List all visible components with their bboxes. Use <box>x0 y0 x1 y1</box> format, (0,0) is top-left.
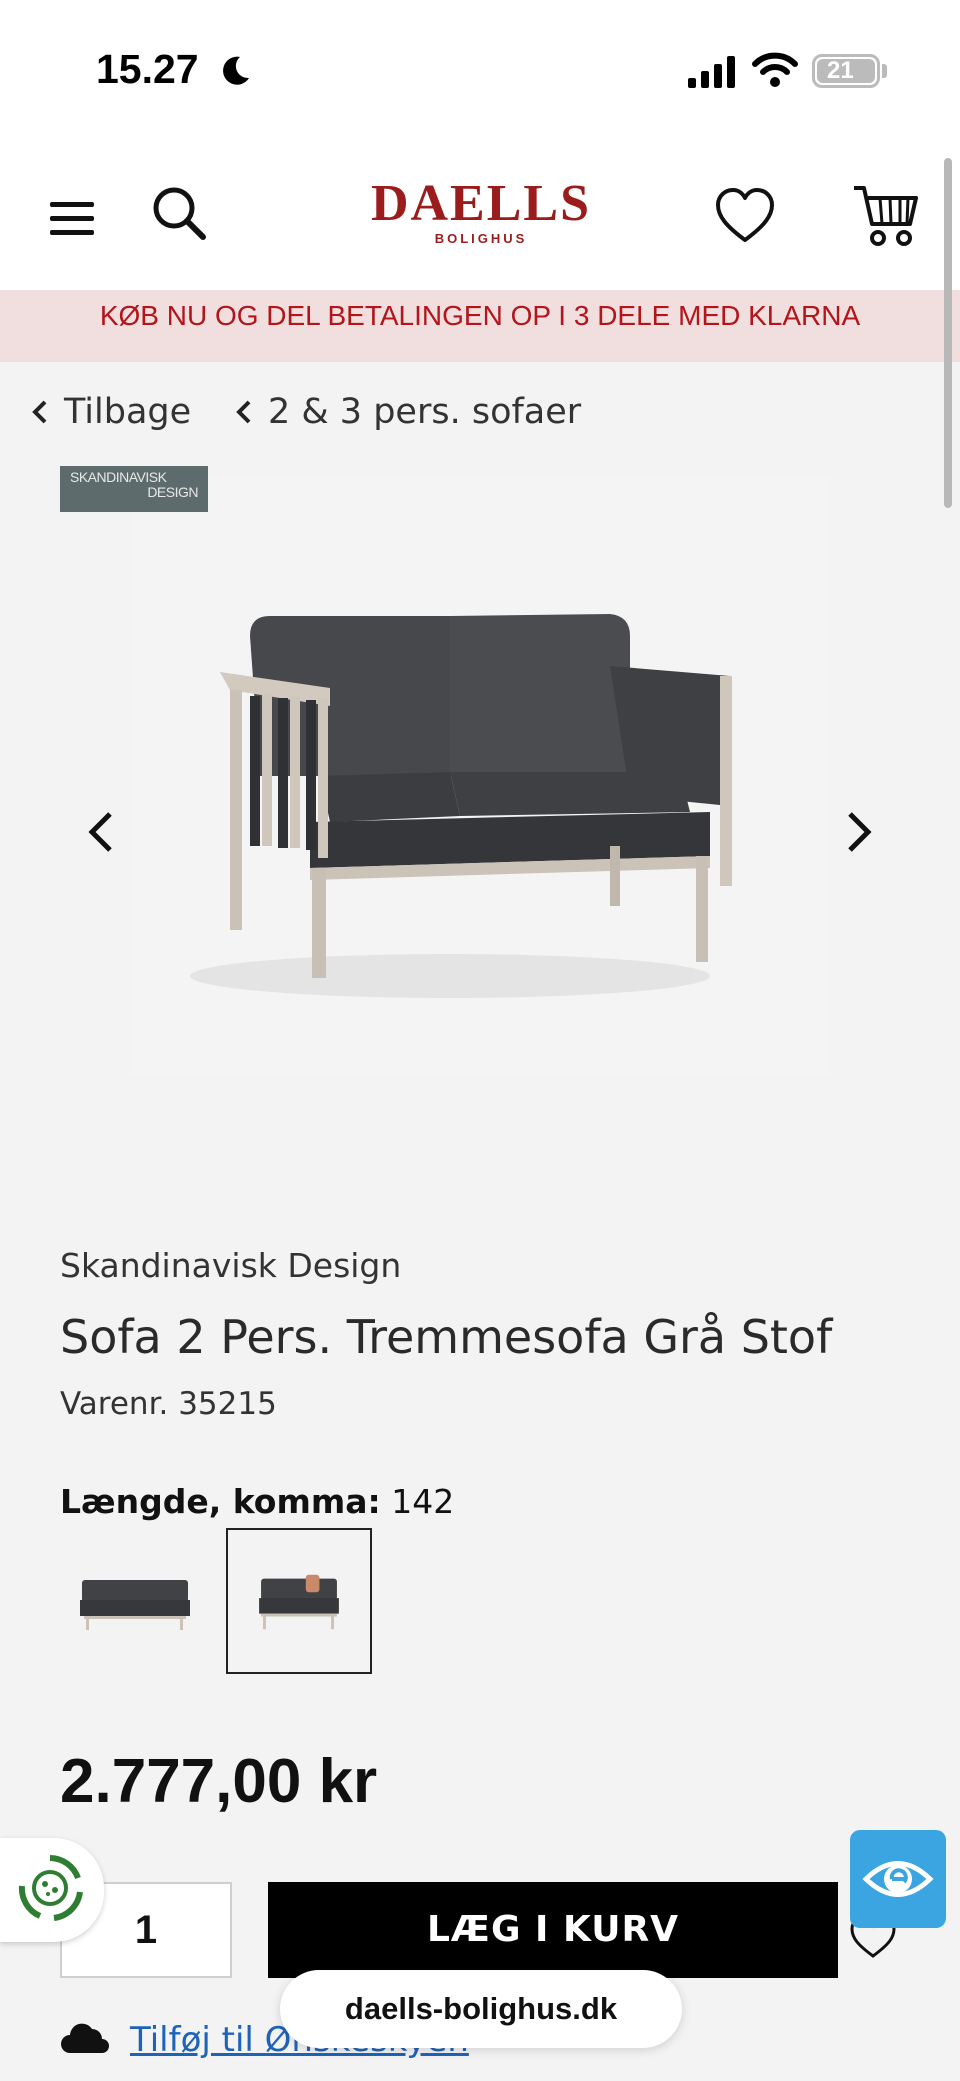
cloud-icon <box>61 2023 109 2053</box>
variant-value: 142 <box>391 1482 455 1521</box>
product-image[interactable] <box>90 476 870 1076</box>
search-icon[interactable] <box>150 184 208 242</box>
battery-icon: 21 <box>812 54 880 88</box>
chevron-left-icon <box>236 400 251 424</box>
klarna-banner-text: KØB NU OG DEL BETALINGEN OP I 3 DELE MED… <box>99 300 861 331</box>
product-sku: Varenr. 35215 <box>60 1386 277 1422</box>
wifi-icon <box>752 52 798 87</box>
sku-value: 35215 <box>178 1386 277 1422</box>
klarna-banner[interactable]: KØB NU OG DEL BETALINGEN OP I 3 DELE MED… <box>0 290 960 362</box>
logo-text: DAELLS <box>370 175 592 232</box>
variant-swatch-3-seat[interactable] <box>62 1528 208 1674</box>
shopping-cart-icon[interactable] <box>850 180 920 250</box>
accessibility-eye-icon <box>862 1861 934 1897</box>
variant-label: Længde, komma: <box>60 1482 381 1521</box>
add-to-cart-button[interactable]: LÆG I KURV <box>268 1882 838 1978</box>
sku-label: Varenr. <box>60 1386 169 1422</box>
logo-subtext: BOLIGHUS <box>434 231 528 246</box>
site-logo[interactable]: DAELLS BOLIGHUS <box>346 178 616 254</box>
heart-icon[interactable] <box>714 186 776 246</box>
moon-icon <box>223 56 249 85</box>
hamburger-menu-icon[interactable] <box>48 198 96 238</box>
gallery-prev-arrow-icon[interactable] <box>80 806 120 858</box>
site-header: DAELLS BOLIGHUS <box>0 140 960 290</box>
accessibility-button[interactable] <box>850 1830 946 1928</box>
variant-swatch-2-seat-selected[interactable] <box>226 1528 372 1674</box>
cellular-signal-icon <box>688 56 735 88</box>
breadcrumb-category[interactable]: 2 & 3 pers. sofaer <box>234 392 581 432</box>
brand-badge: SKANDINAVISK DESIGN <box>60 466 208 512</box>
gallery-next-arrow-icon[interactable] <box>840 806 880 858</box>
variant-selector-label: Længde, komma: 142 <box>60 1482 454 1521</box>
product-title: Sofa 2 Pers. Tremmesofa Grå Stof <box>60 1310 833 1364</box>
back-link-label: Tilbage <box>64 392 192 432</box>
product-price: 2.777,00 kr <box>60 1747 378 1816</box>
breadcrumb-category-label: 2 & 3 pers. sofaer <box>268 392 582 432</box>
brand-badge-line2: DESIGN <box>147 484 198 500</box>
cookie-consent-button[interactable] <box>0 1838 104 1942</box>
back-link[interactable]: Tilbage <box>30 392 191 432</box>
browser-url-bar[interactable]: daells-bolighus.dk <box>280 1970 682 2048</box>
status-time: 15.27 <box>96 46 199 92</box>
cookie-settings-icon <box>18 1855 83 1921</box>
battery-level: 21 <box>827 57 854 84</box>
product-gallery: SKANDINAVISK DESIGN <box>60 466 880 1076</box>
chevron-left-icon <box>32 400 47 424</box>
page-scrollbar[interactable] <box>944 158 952 508</box>
brand-badge-line1: SKANDINAVISK <box>70 469 167 485</box>
status-bar: 15.27 21 <box>0 0 960 140</box>
product-vendor[interactable]: Skandinavisk Design <box>60 1246 401 1285</box>
